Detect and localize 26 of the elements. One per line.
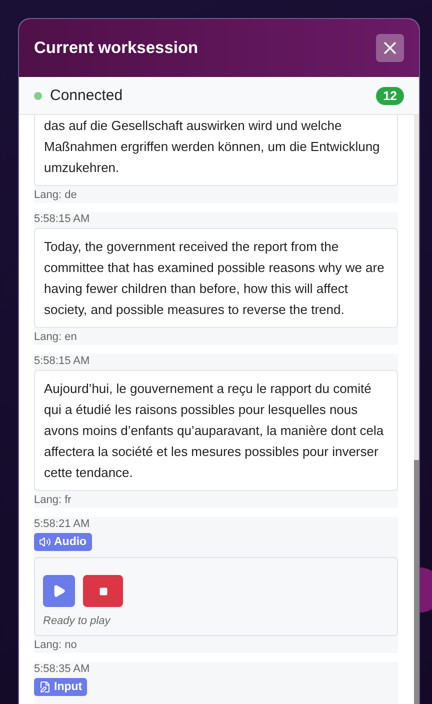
timestamp: 5:58:15 AM (34, 354, 91, 369)
speaker-icon (39, 536, 51, 548)
audio-badge: Audio (34, 533, 92, 551)
timestamp: 5:58:21 AM (34, 517, 91, 532)
message-text: das auf die Gesellschaft auswirken wird und welche Maßnahmen ergriffen werden können, um die Entwicklung umzukehren. (34, 115, 398, 186)
note-icon (39, 681, 51, 693)
scrollbar-thumb[interactable] (414, 460, 419, 704)
stop-icon (98, 586, 108, 596)
language-label: Lang: de (34, 188, 78, 203)
timestamp: 5:58:15 AM (34, 212, 91, 227)
player-status: Ready to play (43, 615, 112, 627)
language-label: Lang: en (34, 330, 78, 345)
language-label: Lang: no (34, 638, 78, 653)
play-button[interactable] (43, 575, 75, 607)
count-badge: 12 (376, 86, 404, 104)
status-label: Connected (50, 87, 124, 104)
scrollbar[interactable] (414, 115, 419, 704)
language-label: Lang: fr (34, 493, 72, 508)
timestamp: 5:58:35 AM (34, 662, 91, 677)
play-icon (52, 584, 66, 598)
close-button[interactable] (376, 34, 404, 62)
window-title: Current worksession (34, 38, 198, 58)
message-text: Aujourd’hui, le gouvernement a reçu le rapport du comité qui a étudié les raisons possibles pour lesquelles nous avons moins d’enfants qu’auparavant, la manière dont cela affectera la société et les mesures possibles pour inverser cette tendance. (34, 370, 398, 491)
input-badge: Input (34, 678, 88, 696)
stop-button[interactable] (83, 575, 123, 607)
message-text: Today, the government received the report from the committee that has examined possible reasons why we are having fewer children than before, how this will affect society, and possible measures to reverse the trend. (34, 228, 398, 328)
